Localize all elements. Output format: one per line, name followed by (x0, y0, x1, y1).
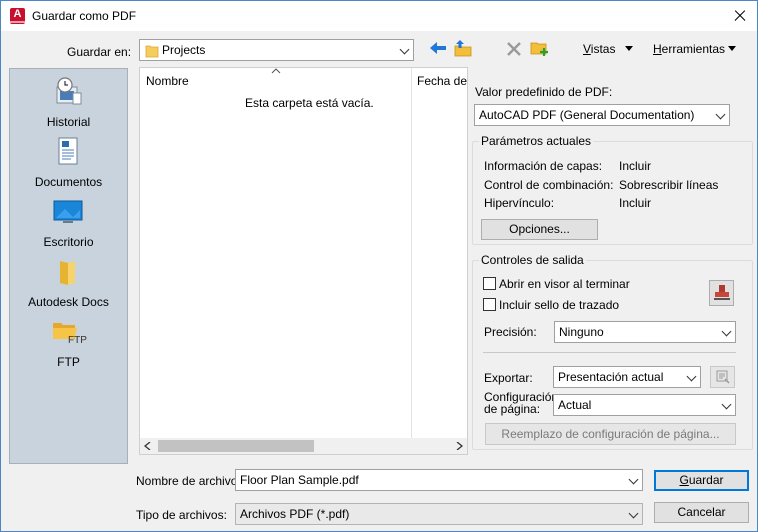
place-label: Autodesk Docs (28, 295, 109, 309)
places-bar: Historial Documentos Escritorio Autodesk… (9, 68, 128, 464)
file-list[interactable]: Nombre Fecha de Esta carpeta está vacía. (139, 67, 468, 455)
filetype-label: Tipo de archivos: (136, 508, 227, 522)
place-label: Escritorio (43, 235, 94, 249)
export-value: Presentación actual (558, 370, 664, 384)
documents-icon (58, 137, 78, 165)
output-divider (483, 352, 736, 353)
scroll-right-icon[interactable] (456, 442, 463, 450)
chevron-down-icon (686, 371, 697, 382)
location-dropdown[interactable]: Projects (139, 39, 414, 61)
output-controls-title: Controles de salida (479, 253, 586, 267)
empty-folder-message: Esta carpeta está vacía. (245, 96, 374, 110)
page-config-value: Actual (558, 398, 592, 412)
chevron-down-icon[interactable] (628, 474, 639, 485)
pdf-preset-value: AutoCAD PDF (General Documentation) (479, 108, 695, 122)
column-header-date[interactable]: Fecha de (417, 74, 467, 88)
page-setup-override-button[interactable]: Reemplazo de configuración de página... (485, 423, 736, 445)
hyperlink-label: Hipervínculo: (484, 196, 555, 210)
page-config-label: Configuración de página: (484, 391, 558, 415)
chevron-down-icon (715, 109, 726, 120)
place-label: Documentos (34, 175, 103, 189)
layout-select-button[interactable] (710, 366, 735, 388)
tools-menu[interactable]: Herramientas (653, 42, 725, 56)
place-label: FTP (57, 355, 80, 369)
page-config-dropdown[interactable]: Actual (553, 394, 736, 416)
close-icon[interactable] (727, 4, 753, 28)
ftp-badge: FTP (68, 335, 87, 346)
tools-label: erramientas (661, 42, 726, 56)
column-header-name[interactable]: Nombre (146, 74, 189, 88)
layer-info-value: Incluir (619, 159, 652, 173)
horizontal-scrollbar[interactable] (140, 438, 467, 454)
current-parameters-group: Parámetros actuales Información de capas… (472, 134, 753, 245)
filename-input[interactable]: Floor Plan Sample.pdf (235, 469, 643, 491)
filename-value[interactable]: Floor Plan Sample.pdf (240, 473, 359, 487)
scrollbar-thumb[interactable] (158, 440, 314, 452)
scroll-left-icon[interactable] (144, 442, 151, 450)
chevron-down-icon (628, 508, 639, 519)
export-dropdown[interactable]: Presentación actual (553, 366, 701, 388)
column-divider[interactable] (411, 68, 412, 438)
save-as-pdf-dialog: A Guardar como PDF Guardar en: Projects … (0, 0, 758, 532)
autocad-app-icon: A (10, 8, 25, 24)
save-button[interactable]: Guardar (654, 470, 749, 491)
delete-icon[interactable] (506, 41, 522, 57)
precision-label: Precisión: (484, 325, 537, 339)
filetype-dropdown[interactable]: Archivos PDF (*.pdf) (235, 503, 643, 525)
up-folder-icon[interactable] (454, 39, 473, 57)
chevron-down-icon (721, 326, 732, 337)
place-ftp[interactable]: FTP FTP (10, 317, 127, 377)
pdf-preset-dropdown[interactable]: AutoCAD PDF (General Documentation) (474, 104, 730, 126)
merge-control-label: Control de combinación: (484, 178, 614, 192)
views-dropdown-icon[interactable] (625, 46, 633, 51)
current-parameters-title: Parámetros actuales (479, 134, 594, 148)
tools-dropdown-icon[interactable] (728, 46, 736, 51)
layer-info-label: Información de capas: (484, 159, 603, 173)
options-button[interactable]: Opciones... (481, 219, 598, 240)
views-menu[interactable]: Vistas (583, 42, 615, 56)
window-title: Guardar como PDF (32, 9, 137, 23)
stamp-icon (714, 285, 730, 300)
page-config-label-line2: de página: (484, 402, 541, 416)
open-in-viewer-checkbox[interactable] (483, 277, 496, 290)
back-arrow-icon[interactable] (429, 40, 447, 56)
filename-label: Nombre de archivo: (136, 474, 241, 488)
location-value: Projects (162, 43, 206, 57)
include-stamp-label[interactable]: Incluir sello de trazado (499, 298, 619, 312)
new-folder-icon[interactable] (530, 39, 549, 57)
sort-ascending-icon (271, 68, 281, 74)
hyperlink-value: Incluir (619, 196, 652, 210)
pdf-preset-label: Valor predefinido de PDF: (475, 85, 613, 99)
folder-icon (60, 261, 75, 285)
views-label: istas (590, 42, 616, 56)
export-label: Exportar: (484, 371, 533, 385)
select-layouts-icon (716, 370, 730, 384)
place-history[interactable]: Historial (10, 77, 127, 137)
desktop-icon (53, 200, 83, 223)
precision-dropdown[interactable]: Ninguno (554, 321, 736, 343)
history-icon (56, 77, 82, 105)
include-stamp-checkbox[interactable] (483, 298, 496, 311)
place-desktop[interactable]: Escritorio (10, 197, 127, 257)
folder-icon (145, 45, 159, 58)
chevron-down-icon (721, 399, 732, 410)
place-documents[interactable]: Documentos (10, 137, 127, 197)
chevron-down-icon (399, 44, 410, 55)
merge-control-value: Sobrescribir líneas (619, 178, 719, 192)
title-bar: A Guardar como PDF (1, 1, 757, 31)
precision-value: Ninguno (559, 325, 604, 339)
place-label: Historial (46, 115, 91, 129)
save-in-label: Guardar en: (67, 45, 132, 59)
output-controls-group: Controles de salida Abrir en visor al te… (472, 253, 753, 450)
save-button-label: uardar (688, 473, 724, 487)
filetype-value: Archivos PDF (*.pdf) (240, 507, 350, 521)
place-autodesk-docs[interactable]: Autodesk Docs (10, 257, 127, 317)
cancel-button[interactable]: Cancelar (654, 502, 749, 523)
plot-stamp-settings-button[interactable] (709, 280, 734, 306)
open-in-viewer-label[interactable]: Abrir en visor al terminar (499, 277, 630, 291)
